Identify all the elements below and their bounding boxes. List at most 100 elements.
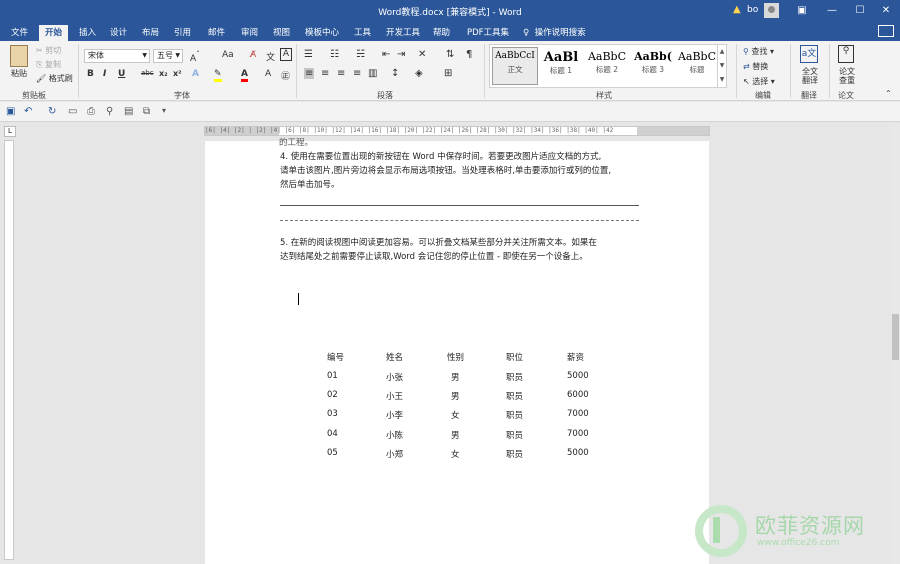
vertical-ruler[interactable] [4, 140, 14, 560]
scrollbar-thumb[interactable] [892, 314, 899, 360]
customize-qat-icon[interactable]: ▾ [162, 106, 166, 115]
chinese-layout-icon[interactable]: ✕ [418, 49, 426, 60]
table-cell: 小陈 [386, 431, 404, 441]
style-heading-1[interactable]: AaBl 标题 1 [538, 47, 584, 85]
increase-indent-icon[interactable]: ⇥ [397, 49, 405, 60]
table-cell: 职员 [506, 373, 524, 383]
warning-icon[interactable]: ▲ [733, 4, 741, 15]
tab-view[interactable]: 视图 [267, 25, 296, 41]
clear-format-icon[interactable]: A̸ [250, 50, 256, 60]
tab-developer[interactable]: 开发工具 [380, 25, 426, 41]
view-icon[interactable]: ▭ [68, 106, 77, 117]
subscript-icon[interactable]: x₂ [159, 69, 168, 78]
gallery-scroll[interactable]: ▲ ▼ ▼ [717, 45, 726, 87]
numbering-icon[interactable]: ☷ [330, 49, 339, 60]
comment-icon[interactable] [878, 25, 894, 37]
cut-button[interactable]: ✂ 剪切 [36, 45, 61, 56]
maximize-icon[interactable]: ☐ [850, 3, 870, 19]
decrease-indent-icon[interactable]: ⇤ [382, 49, 390, 60]
italic-icon[interactable]: I [103, 69, 106, 79]
table-cell: 5000 [567, 448, 589, 458]
show-marks-icon[interactable]: ¶ [466, 49, 472, 60]
paper-check-button[interactable]: 论文查重 [837, 67, 857, 85]
align-right-icon[interactable]: ≡ [337, 68, 345, 79]
tab-pdf-tools[interactable]: PDF工具集 [461, 25, 515, 41]
zoom-icon[interactable]: ⚲ [106, 106, 113, 117]
tab-home[interactable]: 开始 [39, 25, 69, 41]
highlight-icon[interactable]: ✎ [214, 69, 222, 82]
replace-button[interactable]: ⇄ 替换 [743, 61, 768, 72]
format-painter-button[interactable]: 🖌 格式刷 [36, 73, 73, 84]
avatar[interactable] [764, 3, 779, 18]
save-icon[interactable]: ▣ [6, 106, 15, 117]
tab-help[interactable]: 帮助 [427, 25, 456, 41]
align-center-icon[interactable]: ≡ [321, 68, 329, 79]
shading-icon[interactable]: ◈ [415, 68, 423, 79]
collapse-ribbon-icon[interactable]: ⌃ [885, 89, 892, 98]
tab-review[interactable]: 审阅 [235, 25, 264, 41]
redo-icon[interactable]: ↻ [48, 106, 56, 117]
justify-icon[interactable]: ≡ [353, 68, 361, 79]
style-heading-2[interactable]: AaBbC 标题 2 [584, 47, 630, 85]
strikethrough-icon[interactable]: abc [141, 69, 154, 77]
table-cell: 01 [327, 371, 338, 381]
full-translate-button[interactable]: 全文翻译 [800, 67, 820, 85]
char-border-icon[interactable]: A [280, 48, 292, 61]
copy-button[interactable]: ⎘ 复制 [36, 59, 61, 70]
sort-icon[interactable]: ⇅ [446, 49, 454, 60]
text-effect-icon[interactable]: A [192, 69, 199, 79]
borders-icon[interactable]: ⊞ [444, 68, 452, 79]
close-icon[interactable]: ✕ [876, 3, 896, 19]
bullets-icon[interactable]: ☰ [304, 49, 313, 60]
font-name-select[interactable]: 宋体 ▼ [84, 49, 150, 63]
change-case-icon[interactable]: Aa [222, 50, 234, 60]
tab-design[interactable]: 设计 [104, 25, 133, 41]
enclose-char-icon[interactable]: ㊣ [281, 69, 290, 82]
multilevel-list-icon[interactable]: ☵ [356, 49, 365, 60]
layout-icon[interactable]: ⧉ [143, 106, 150, 117]
align-left-icon[interactable]: ≡ [304, 68, 315, 79]
undo-icon[interactable]: ↶ [24, 106, 32, 117]
font-size-select[interactable]: 五号 ▼ [153, 49, 183, 63]
tab-references[interactable]: 引用 [168, 25, 197, 41]
phonetic-guide-icon[interactable]: 文 [266, 50, 275, 63]
tab-file[interactable]: 文件 [5, 25, 34, 41]
tab-selector[interactable]: L [4, 126, 16, 137]
style-title[interactable]: AaBbC 标题 [674, 47, 720, 85]
vertical-scrollbar[interactable] [891, 124, 900, 564]
underline-icon[interactable]: U [118, 69, 125, 79]
tab-template-center[interactable]: 模板中心 [299, 25, 345, 41]
minimize-icon[interactable]: — [822, 3, 842, 19]
tab-mailings[interactable]: 邮件 [202, 25, 231, 41]
bold-icon[interactable]: B [87, 69, 94, 79]
style-heading-3[interactable]: AaBb(标题 3 [630, 47, 676, 85]
font-color-icon[interactable]: A [241, 69, 248, 82]
select-button[interactable]: ↖ 选择 ▾ [743, 76, 775, 87]
char-shading-icon[interactable]: A [265, 69, 271, 79]
horizontal-ruler[interactable]: |6| |4| |2| | |2| |4| |6| |8| |10| |12| … [204, 126, 710, 136]
superscript-icon[interactable]: x² [173, 69, 182, 78]
find-button[interactable]: ⚲ 查找 ▾ [743, 46, 774, 57]
translate-icon[interactable]: a文 [800, 45, 818, 63]
style-normal[interactable]: AaBbCcI 正文 [492, 47, 538, 85]
tell-me-search[interactable]: ♀ 操作说明搜索 [523, 26, 586, 38]
tab-tools[interactable]: 工具 [348, 25, 377, 41]
ribbon-display-icon[interactable]: ▣ [792, 3, 812, 19]
group-label-font: 字体 [174, 91, 190, 100]
tab-layout[interactable]: 布局 [136, 25, 165, 41]
tab-insert[interactable]: 插入 [73, 25, 102, 41]
print-preview-icon[interactable]: ⎙ [87, 106, 95, 117]
paragraph-4-line-1: 4. 使用在需要位置出现的新按钮在 Word 中保存时间。若要更改图片适应文档的… [280, 152, 602, 162]
line-spacing-icon[interactable]: ↕ [391, 68, 399, 79]
distributed-icon[interactable]: ▥ [368, 68, 377, 79]
user-name[interactable]: bo [747, 5, 758, 15]
clipboard-icon[interactable]: ▤ [124, 106, 133, 117]
text-fragment: 的工程。 [279, 138, 314, 148]
group-label-paper: 论文 [838, 91, 854, 100]
paste-button[interactable]: 粘贴 [11, 68, 27, 79]
paste-icon[interactable] [10, 45, 28, 67]
paper-check-icon[interactable]: ⚲ [838, 45, 854, 63]
document-page[interactable]: 的工程。 4. 使用在需要位置出现的新按钮在 Word 中保存时间。若要更改图片… [205, 138, 709, 564]
font-grow-icon[interactable]: Aˆ [190, 50, 200, 64]
table-cell: 女 [451, 450, 460, 460]
